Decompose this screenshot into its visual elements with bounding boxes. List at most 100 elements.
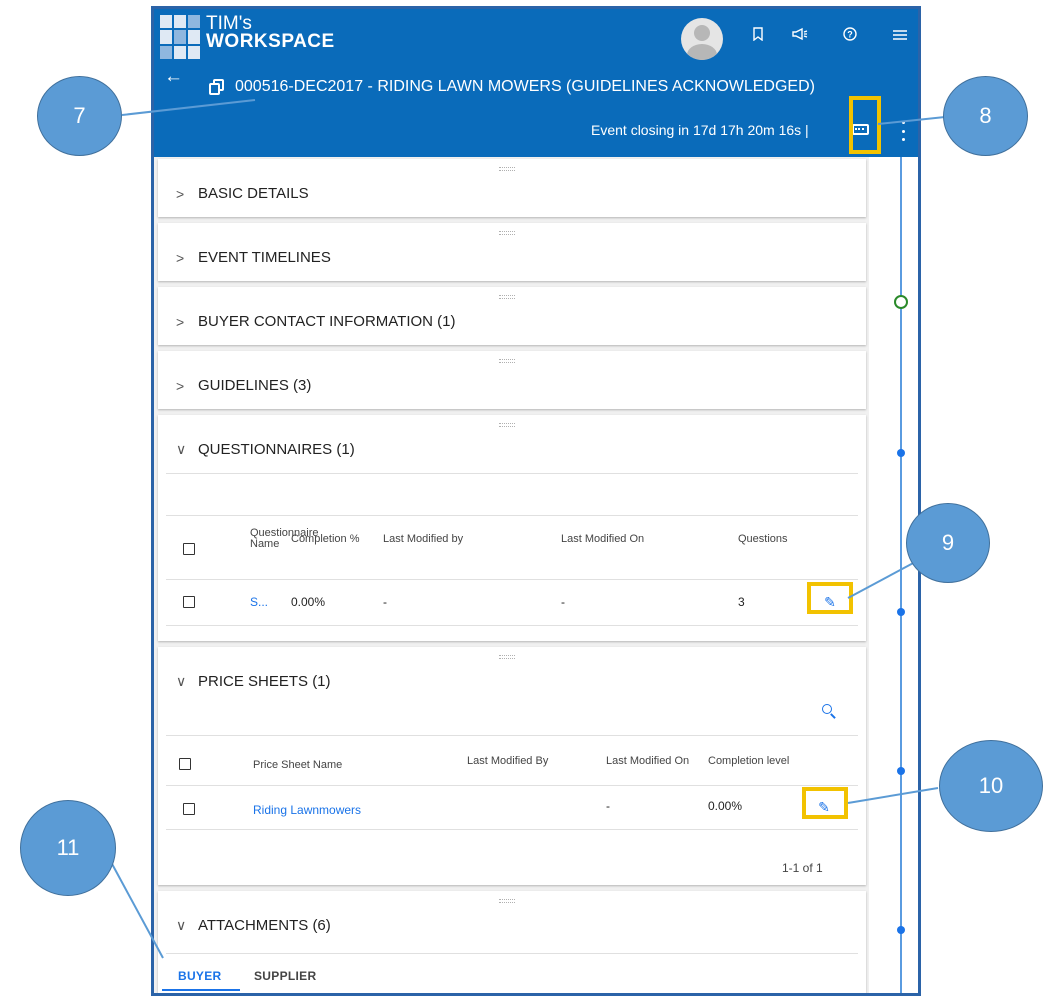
section-header[interactable]: > BASIC DETAILS: [176, 185, 309, 202]
column-header-last-modified-on[interactable]: Last Modified On: [606, 755, 689, 767]
column-header-last-modified-on[interactable]: Last Modified On: [561, 533, 644, 545]
column-header-name[interactable]: Questionnaire Name: [250, 528, 319, 550]
app-header: TIM's WORKSPACE ? ← 000516-DEC2017 - RID…: [154, 9, 918, 157]
modified-on-value: -: [606, 799, 610, 813]
divider: [166, 785, 858, 786]
help-icon[interactable]: ?: [840, 25, 860, 49]
divider: [166, 579, 858, 580]
section-basic-details: > BASIC DETAILS: [158, 159, 866, 217]
timeline-dot[interactable]: [897, 608, 905, 616]
callout-11: 11: [20, 800, 116, 896]
copy-icon[interactable]: [209, 79, 225, 95]
brand-line-2: WORKSPACE: [206, 31, 335, 52]
row-checkbox[interactable]: [183, 596, 195, 608]
section-buyer-contact: > BUYER CONTACT INFORMATION (1): [158, 287, 866, 345]
brand-name: TIM's WORKSPACE: [206, 14, 335, 52]
chevron-down-icon: ∨: [176, 673, 187, 689]
timeline-current-marker[interactable]: [894, 295, 908, 309]
column-header-completion-level[interactable]: Completion level: [708, 755, 789, 767]
callout-10: 10: [939, 740, 1043, 832]
timeline-dot[interactable]: [897, 449, 905, 457]
price-sheet-name-link[interactable]: Riding Lawnmowers: [253, 803, 361, 817]
chevron-right-icon: >: [176, 377, 185, 394]
questionnaire-name-link[interactable]: S...: [250, 595, 268, 609]
section-header[interactable]: > BUYER CONTACT INFORMATION (1): [176, 313, 456, 330]
pagination-summary: 1-1 of 1: [782, 861, 823, 875]
row-checkbox[interactable]: [183, 803, 195, 815]
column-header-last-modified-by[interactable]: Last Modified by: [383, 533, 463, 545]
select-all-checkbox[interactable]: [183, 543, 195, 555]
chevron-right-icon: >: [176, 185, 185, 202]
divider: [166, 735, 858, 736]
bookmark-icon[interactable]: [748, 25, 768, 49]
megaphone-icon[interactable]: [790, 25, 810, 49]
column-header-price-sheet-name[interactable]: Price Sheet Name: [253, 759, 342, 771]
avatar-icon[interactable]: [681, 18, 723, 60]
highlight-box-chat: [849, 96, 881, 154]
modified-on-value: -: [561, 595, 565, 609]
drag-handle[interactable]: [499, 423, 515, 427]
svg-text:?: ?: [847, 30, 853, 40]
column-header-last-modified-by[interactable]: Last Modified By: [467, 755, 548, 767]
chevron-down-icon: ∨: [176, 441, 187, 457]
section-title: QUESTIONNAIRES (1): [198, 441, 355, 458]
drag-handle[interactable]: [499, 899, 515, 903]
event-closing-countdown: Event closing in 17d 17h 20m 16s |: [591, 122, 809, 138]
section-attachments: ∨ ATTACHMENTS (6) BUYER SUPPLIER: [158, 891, 866, 993]
event-title-row: 000516-DEC2017 - RIDING LAWN MOWERS (GUI…: [209, 78, 815, 96]
callout-8: 8: [943, 76, 1028, 156]
more-vertical-icon[interactable]: [902, 121, 906, 141]
completion-level-value: 0.00%: [708, 799, 743, 813]
app-window: TIM's WORKSPACE ? ← 000516-DEC2017 - RID…: [151, 6, 921, 996]
section-title: BUYER CONTACT INFORMATION (1): [198, 313, 456, 330]
back-arrow-icon[interactable]: ←: [164, 67, 183, 87]
modified-by-value: -: [383, 595, 387, 609]
divider: [166, 515, 858, 516]
section-header[interactable]: > EVENT TIMELINES: [176, 249, 331, 266]
active-tab-indicator: [162, 989, 240, 991]
divider: [166, 625, 858, 626]
section-header[interactable]: ∨ PRICE SHEETS (1): [176, 673, 331, 690]
drag-handle[interactable]: [499, 167, 515, 171]
tab-buyer[interactable]: BUYER: [178, 969, 222, 983]
section-title: EVENT TIMELINES: [198, 249, 331, 266]
menu-icon[interactable]: [890, 25, 910, 49]
section-guidelines: > GUIDELINES (3): [158, 351, 866, 409]
drag-handle[interactable]: [499, 295, 515, 299]
timeline-line: [900, 157, 902, 993]
tab-supplier[interactable]: SUPPLIER: [254, 969, 316, 983]
divider: [166, 829, 858, 830]
divider: [166, 953, 858, 954]
section-title: PRICE SHEETS (1): [198, 673, 331, 690]
section-header[interactable]: ∨ QUESTIONNAIRES (1): [176, 441, 355, 458]
chevron-down-icon: ∨: [176, 917, 187, 933]
chevron-right-icon: >: [176, 313, 185, 330]
select-all-checkbox[interactable]: [179, 758, 191, 770]
highlight-box-questionnaire-edit: [807, 582, 853, 614]
event-title: 000516-DEC2017 - RIDING LAWN MOWERS (GUI…: [235, 78, 815, 95]
section-price-sheets: ∨ PRICE SHEETS (1) Price Sheet Name Last…: [158, 647, 866, 885]
timeline-rail: [869, 157, 918, 993]
column-header-completion[interactable]: Completion %: [291, 533, 359, 545]
drag-handle[interactable]: [499, 655, 515, 659]
section-questionnaires: ∨ QUESTIONNAIRES (1) Questionnaire Name …: [158, 415, 866, 641]
timeline-dot[interactable]: [897, 767, 905, 775]
drag-handle[interactable]: [499, 231, 515, 235]
column-header-questions[interactable]: Questions: [738, 533, 788, 545]
section-header[interactable]: ∨ ATTACHMENTS (6): [176, 917, 331, 934]
event-content: > BASIC DETAILS > EVENT TIMELINES > BUYE…: [154, 157, 918, 993]
section-title: ATTACHMENTS (6): [198, 917, 331, 934]
section-header[interactable]: > GUIDELINES (3): [176, 377, 311, 394]
divider: [166, 473, 858, 474]
chevron-right-icon: >: [176, 249, 185, 266]
callout-7: 7: [37, 76, 122, 156]
timeline-dot[interactable]: [897, 926, 905, 934]
section-event-timelines: > EVENT TIMELINES: [158, 223, 866, 281]
logo-grid-icon: [160, 15, 200, 59]
drag-handle[interactable]: [499, 359, 515, 363]
section-title: GUIDELINES (3): [198, 377, 312, 394]
callout-9: 9: [906, 503, 990, 583]
screenshot-stage: TIM's WORKSPACE ? ← 000516-DEC2017 - RID…: [0, 0, 1046, 996]
search-icon[interactable]: [822, 704, 836, 719]
completion-value: 0.00%: [291, 595, 326, 609]
